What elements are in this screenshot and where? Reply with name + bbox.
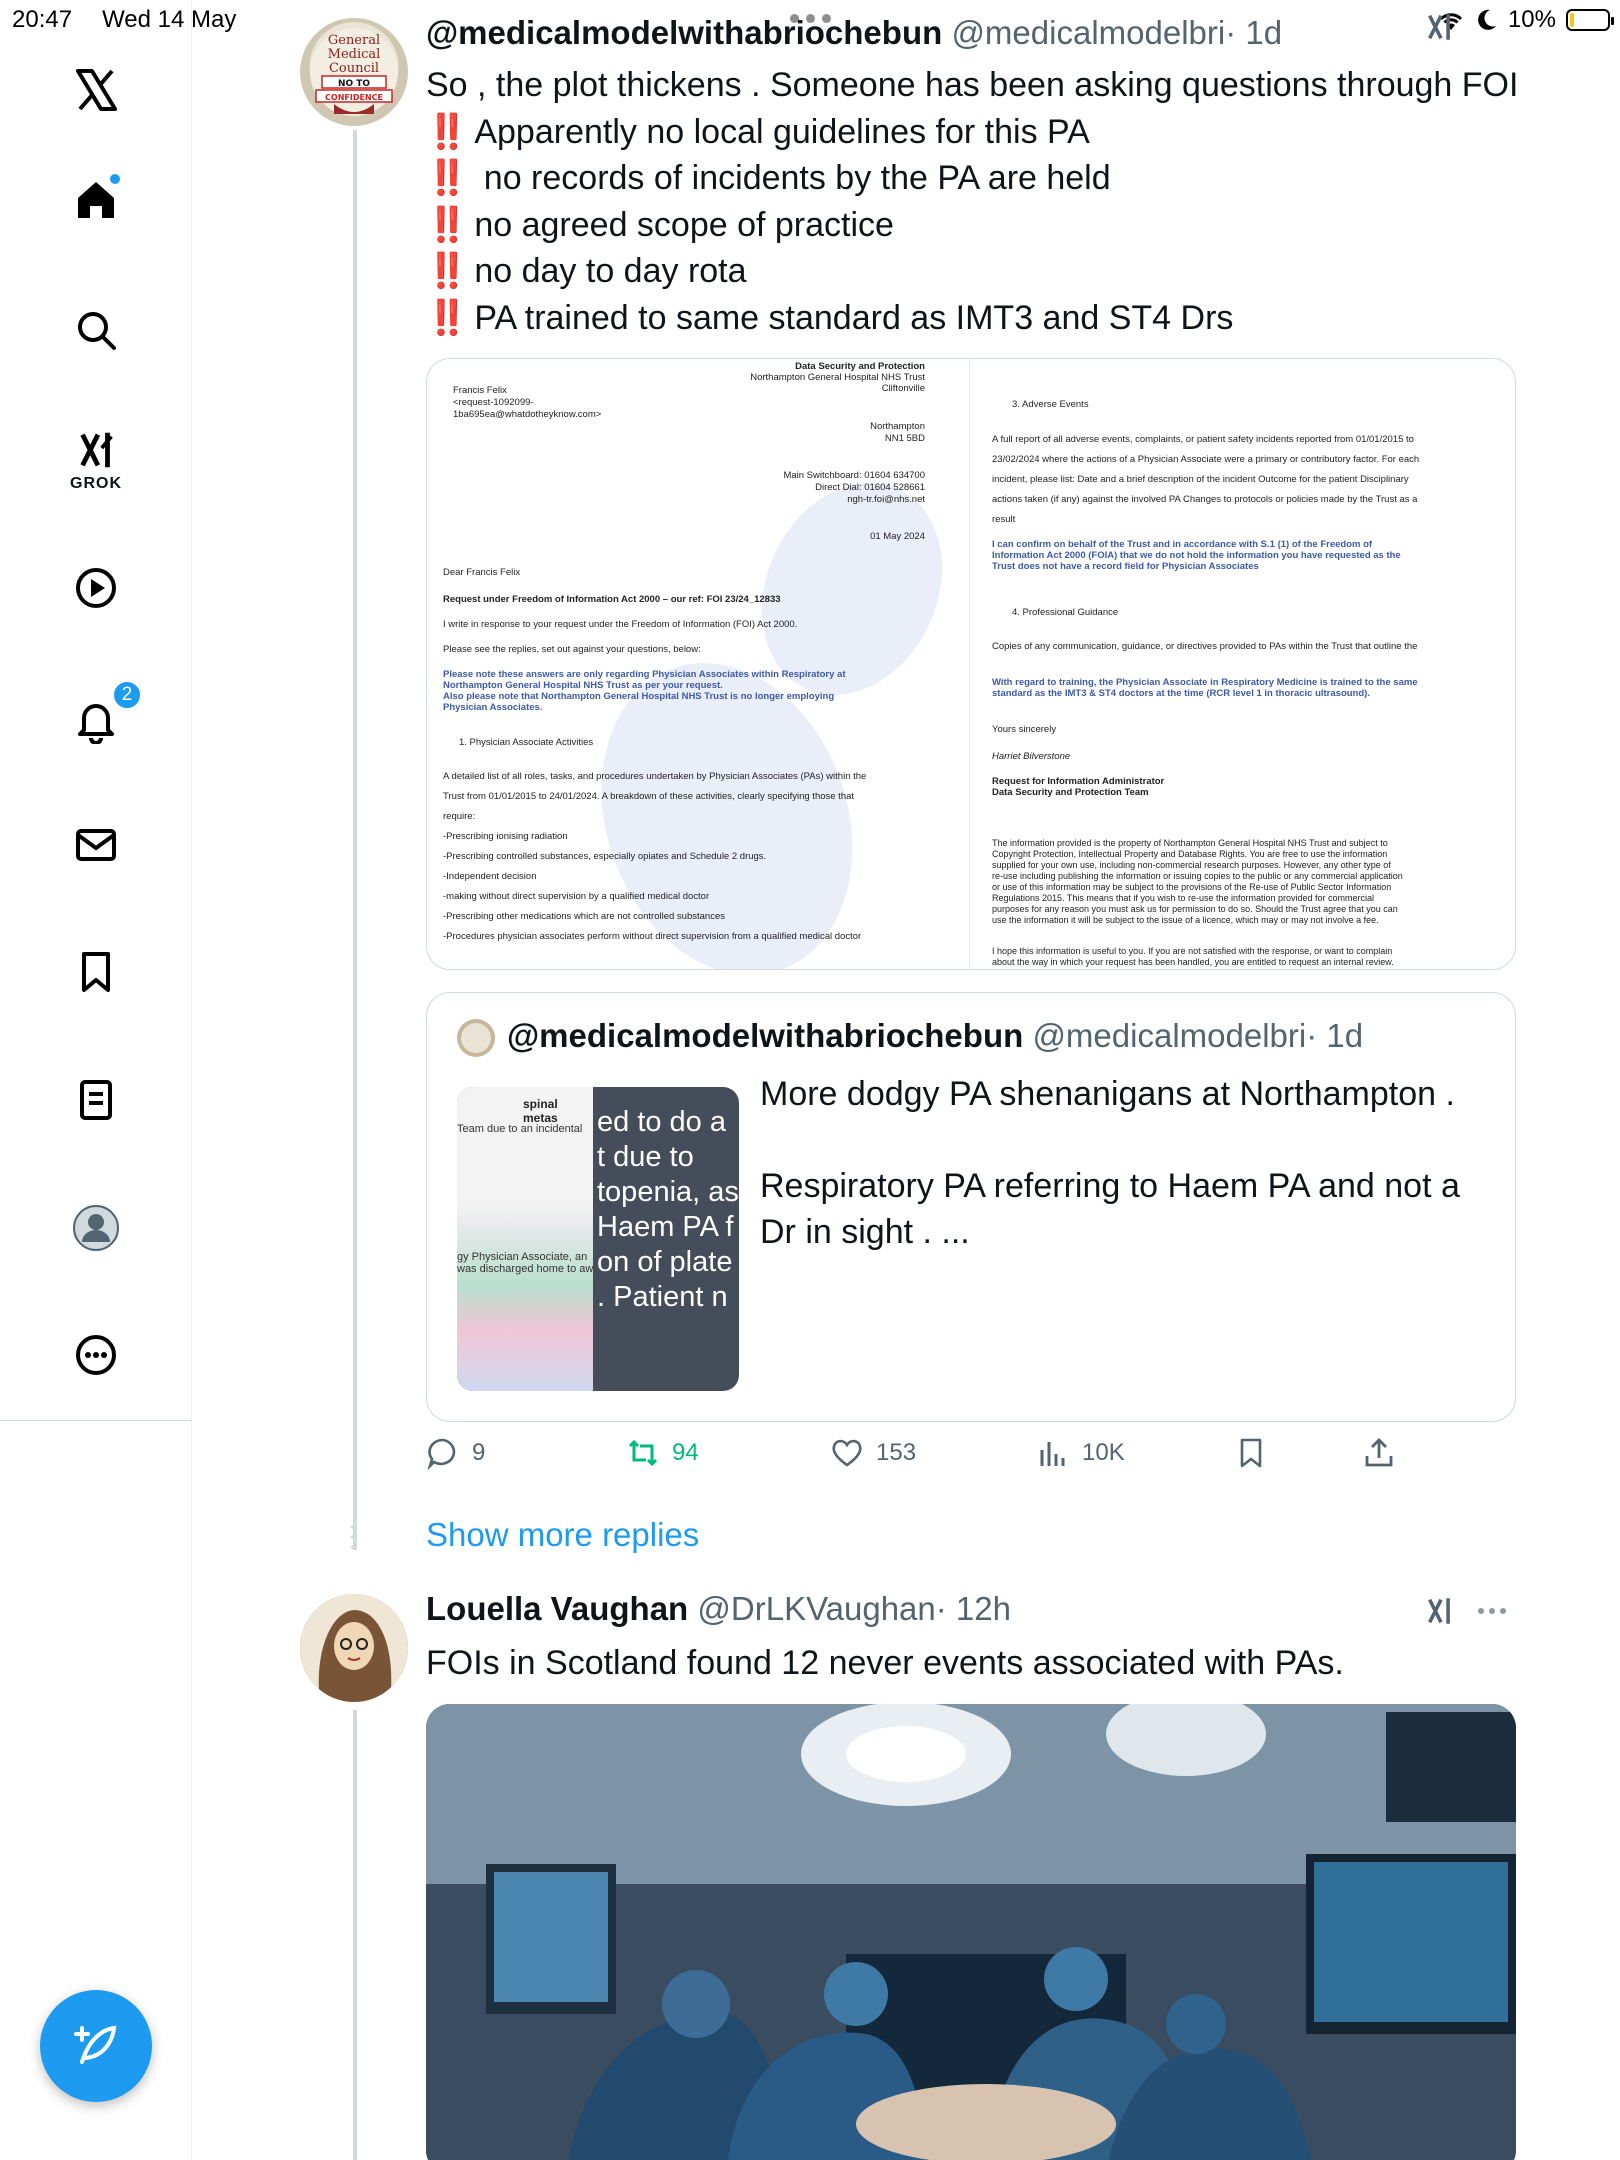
tweet2-header-icons — [1424, 1594, 1506, 1628]
tweet1-actions: 9 94 153 10K — [426, 1436, 1426, 1484]
avatar-text-2: Medical — [328, 47, 381, 62]
double-exclamation-icon: ‼️ — [426, 112, 468, 151]
double-exclamation-icon: ‼️ — [426, 159, 468, 197]
reply-icon — [427, 1438, 456, 1470]
avatar-text-3: Council — [329, 61, 379, 76]
tweet1-media-document[interactable]: Data Security and Protection Northampton… — [426, 358, 1516, 970]
quote-header: @medicalmodelwithabriochebun @medicalmod… — [507, 1017, 1363, 1055]
tweet1-bullet-3: ‼️ no agreed scope of practice — [426, 205, 894, 244]
tweet2-display-name[interactable]: Louella Vaughan — [426, 1590, 688, 1627]
battery-level — [1570, 13, 1574, 27]
tweet1-line1: So , the plot thickens . Someone has bee… — [426, 66, 1519, 104]
share-icon — [1365, 1438, 1393, 1467]
grok-icon[interactable]: GROK — [56, 410, 136, 510]
quote-handle: @medicalmodelbri — [1032, 1017, 1307, 1054]
quote-line-2: Respiratory PA referring to Haem PA and … — [760, 1167, 1460, 1205]
quoted-tweet[interactable]: @medicalmodelwithabriochebun @medicalmod… — [426, 992, 1516, 1422]
quote-img-caption: was discharged home to aw — [457, 1263, 594, 1275]
quote-display-name: @medicalmodelwithabriochebun — [507, 1017, 1024, 1054]
sidebar: GROK 2 — [0, 0, 192, 2160]
grok-explain-icon[interactable] — [1424, 10, 1458, 44]
quote-line-3: Dr in sight . ... — [760, 1213, 970, 1251]
x-logo-icon[interactable] — [56, 50, 136, 130]
compose-button[interactable] — [40, 1990, 152, 2102]
home-unread-dot — [108, 172, 122, 186]
home-icon[interactable] — [56, 160, 136, 240]
moon-icon — [1478, 9, 1496, 30]
status-bar-right: 10% — [1436, 6, 1614, 34]
tweet1-time[interactable]: · 1d — [1225, 14, 1282, 51]
views-button[interactable]: 10K — [1036, 1436, 1125, 1470]
avatar-text-5: CONFIDENCE — [325, 93, 383, 102]
video-icon[interactable] — [56, 548, 136, 628]
compose-feather-icon — [74, 2025, 117, 2064]
grok-label: GROK — [70, 475, 122, 492]
tweet1-avatar[interactable]: General Medical Council NO TO CONFIDENCE — [300, 18, 408, 126]
quote-avatar — [457, 1019, 495, 1057]
tweet2-header: Louella Vaughan @DrLKVaughan· 12h — [426, 1590, 1011, 1628]
battery-percent: 10% — [1507, 6, 1556, 33]
like-button[interactable]: 153 — [830, 1436, 916, 1470]
heart-icon — [832, 1439, 862, 1467]
show-more-replies-link[interactable]: Show more replies — [426, 1516, 699, 1554]
tweet1-bullet-5: ‼️ PA trained to same standard as IMT3 an… — [426, 298, 1234, 337]
repost-button[interactable]: 94 — [626, 1436, 699, 1470]
like-count: 153 — [876, 1439, 917, 1466]
quote-img-caption: gy Physician Associate, an — [457, 1251, 588, 1263]
thread-gap-dots — [351, 1525, 355, 1549]
grok-explain-icon[interactable] — [1424, 1594, 1458, 1628]
document-page-left: Data Security and Protection Northampton… — [427, 359, 976, 969]
thread-connector-2 — [353, 1710, 357, 2160]
search-icon[interactable] — [56, 290, 136, 370]
avatar-text-4: NO TO — [338, 79, 370, 89]
tweet1-header: @medicalmodelwithabriochebun @medicalmod… — [426, 14, 1282, 52]
views-chart-icon — [1040, 1442, 1065, 1466]
tweet2-text: FOIs in Scotland found 12 never events a… — [426, 1644, 1344, 1682]
notifications-badge: 2 — [112, 680, 142, 710]
lists-icon[interactable] — [56, 1060, 136, 1140]
repost-icon — [628, 1439, 658, 1467]
tweet1-text: So , the plot thickens . Someone has bee… — [426, 62, 1518, 341]
surgery-scene-image — [426, 1704, 1516, 2160]
more-options-icon[interactable] — [56, 1315, 136, 1395]
quote-img-caption: Team due to an incidental — [457, 1123, 583, 1135]
document-page-right: 3. Adverse Events A full report of all a… — [969, 359, 1515, 969]
reply-button[interactable]: 9 — [426, 1436, 485, 1470]
reply-count: 9 — [472, 1439, 486, 1466]
double-exclamation-icon: ‼️ — [426, 205, 468, 244]
sidebar-divider — [0, 1420, 192, 1421]
quote-img-caption: spinal metas — [523, 1097, 558, 1125]
tweet1-handle[interactable]: @medicalmodelbri — [951, 14, 1225, 51]
bookmark-button[interactable] — [1234, 1436, 1268, 1470]
bookmarks-icon[interactable] — [56, 932, 136, 1012]
tweet2-avatar[interactable] — [300, 1594, 408, 1702]
messages-icon[interactable] — [56, 805, 136, 885]
quote-text: More dodgy PA shenanigans at Northampton… — [760, 1071, 1460, 1255]
battery-icon — [1566, 9, 1614, 31]
tweet1-bullet-1: ‼️ Apparently no local guidelines for thi… — [426, 112, 1090, 151]
double-exclamation-icon: ‼️ — [426, 298, 468, 337]
views-count: 10K — [1082, 1439, 1125, 1466]
more-options-icon[interactable] — [1478, 1608, 1506, 1614]
quote-img-right-pane: ed to do a t due to topenia, as Haem PA … — [597, 1106, 739, 1313]
avatar-text-1: General — [328, 33, 380, 48]
tweet2-handle[interactable]: @DrLKVaughan — [697, 1590, 935, 1627]
tweet2-time[interactable]: · 12h — [936, 1590, 1011, 1627]
repost-count: 94 — [672, 1439, 699, 1466]
quote-media-image[interactable]: spinal metas Team due to an incidental g… — [457, 1087, 739, 1391]
quote-line-1: More dodgy PA shenanigans at Northampton… — [760, 1075, 1455, 1113]
bookmark-icon — [1240, 1438, 1262, 1468]
share-button[interactable] — [1362, 1436, 1396, 1470]
quote-time: · 1d — [1306, 1017, 1364, 1054]
thread-connector — [353, 130, 357, 1550]
profile-avatar-icon[interactable] — [56, 1188, 136, 1268]
tweet1-bullet-4: ‼️ no day to day rota — [426, 252, 747, 290]
tweet1-header-icons — [1424, 10, 1458, 44]
double-exclamation-icon: ‼️ — [426, 252, 468, 290]
tweet2-media-photo[interactable] — [426, 1704, 1516, 2160]
notifications-icon[interactable]: 2 — [56, 680, 142, 760]
tweet1-bullet-2: ‼️ no records of incidents by the PA are… — [426, 159, 1111, 197]
quote-img-left-pane: spinal metas Team due to an incidental g… — [457, 1087, 593, 1391]
tweet1-display-name[interactable]: @medicalmodelwithabriochebun — [426, 14, 942, 51]
